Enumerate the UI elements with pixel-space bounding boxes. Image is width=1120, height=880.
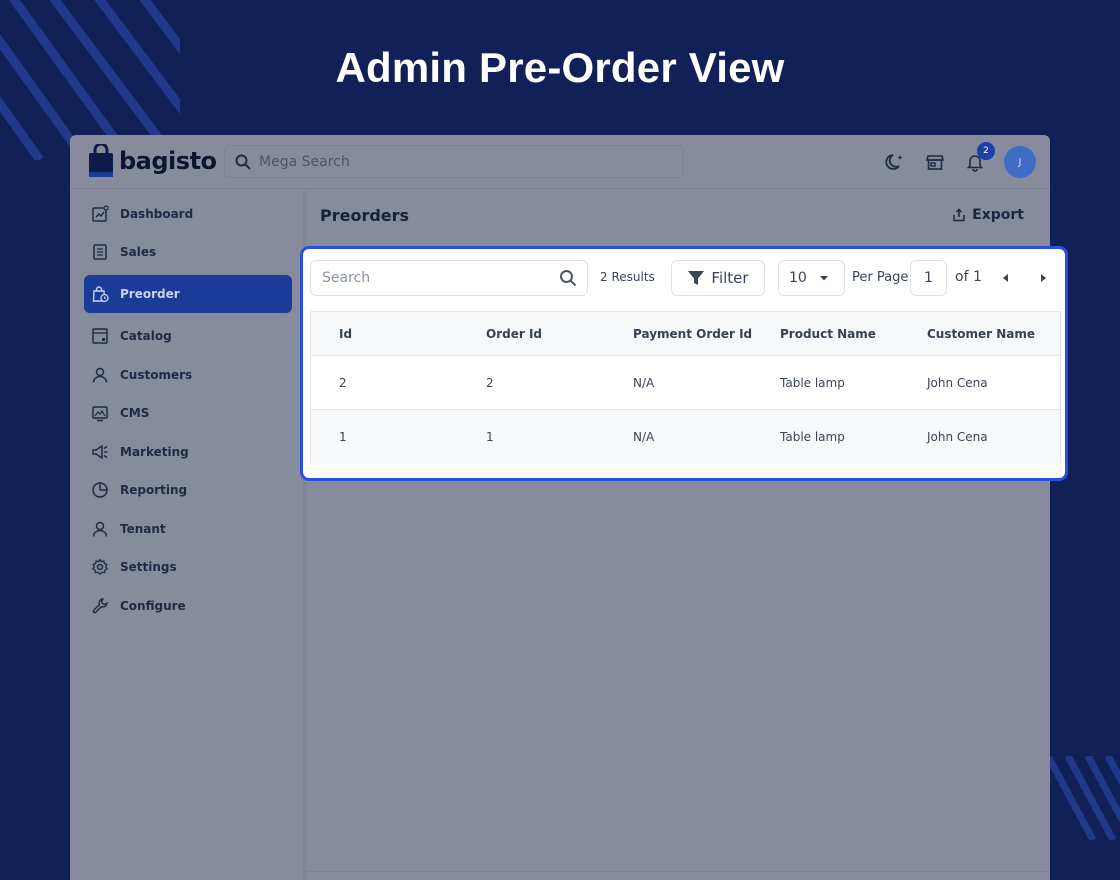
- brand-name: bagisto: [119, 147, 217, 175]
- page-title: Preorders: [320, 206, 410, 225]
- column-header[interactable]: Id: [339, 312, 352, 355]
- shopping-bag-logo-icon: [89, 144, 113, 177]
- sidebar-item-customers[interactable]: Customers: [84, 356, 292, 394]
- sidebar-item-label: Tenant: [120, 522, 166, 536]
- mega-search-input[interactable]: Mega Search: [224, 145, 684, 178]
- sidebar: Dashboard Sales Preorder Catalog Custome…: [70, 190, 306, 880]
- export-label: Export: [972, 207, 1024, 223]
- datagrid-search-placeholder: Search: [322, 270, 371, 286]
- per-page-select[interactable]: 10: [778, 260, 845, 296]
- search-icon: [235, 154, 251, 170]
- table-row[interactable]: 1 1 N/A Table lamp John Cena: [311, 410, 1060, 464]
- caret-right-icon: [1041, 274, 1046, 282]
- sidebar-item-label: Catalog: [120, 329, 172, 343]
- decorative-stripes-bottom-right: [1048, 756, 1120, 840]
- page-number-input[interactable]: 1: [910, 260, 947, 296]
- export-button[interactable]: Export: [952, 207, 1024, 223]
- table-cell: John Cena: [927, 430, 988, 444]
- sidebar-item-label: Sales: [120, 245, 157, 259]
- sidebar-item-preorder[interactable]: Preorder: [84, 275, 292, 313]
- table-row[interactable]: 2 2 N/A Table lamp John Cena: [311, 356, 1060, 410]
- top-bar-actions: 2 J: [884, 142, 1036, 178]
- sidebar-item-label: Configure: [120, 599, 186, 613]
- dashboard-icon: [90, 204, 110, 224]
- preorders-table: Id Order Id Payment Order Id Product Nam…: [310, 311, 1061, 464]
- search-icon[interactable]: [559, 269, 577, 287]
- divider: [306, 871, 1050, 872]
- page-total-label: of 1: [955, 269, 982, 285]
- sidebar-item-dashboard[interactable]: Dashboard: [84, 195, 292, 233]
- filter-label: Filter: [711, 269, 749, 287]
- table-cell: 1: [486, 430, 494, 444]
- filter-button[interactable]: Filter: [671, 260, 765, 296]
- previous-page-button[interactable]: [997, 269, 1015, 287]
- moon-icon[interactable]: [884, 151, 906, 173]
- sidebar-item-configure[interactable]: Configure: [84, 587, 292, 625]
- user-icon: [90, 519, 110, 539]
- sidebar-item-label: Preorder: [120, 287, 180, 301]
- per-page-value: 10: [789, 270, 807, 286]
- sidebar-item-label: Dashboard: [120, 207, 194, 221]
- sidebar-item-settings[interactable]: Settings: [84, 548, 292, 586]
- page-headline: Admin Pre-Order View: [335, 44, 785, 91]
- column-header[interactable]: Product Name: [780, 312, 876, 355]
- column-header[interactable]: Payment Order Id: [633, 312, 752, 355]
- store-icon[interactable]: [924, 151, 946, 173]
- sidebar-item-label: Customers: [120, 368, 193, 382]
- receipt-icon: [90, 242, 110, 262]
- table-cell: 1: [339, 430, 347, 444]
- pie-chart-icon: [90, 480, 110, 500]
- brand-logo[interactable]: bagisto: [88, 143, 217, 179]
- bell-icon[interactable]: 2: [964, 142, 995, 173]
- sidebar-item-label: CMS: [120, 406, 150, 420]
- next-page-button[interactable]: [1034, 269, 1052, 287]
- preorder-bag-icon: [90, 284, 110, 304]
- sidebar-item-reporting[interactable]: Reporting: [84, 471, 292, 509]
- table-cell: Table lamp: [780, 430, 845, 444]
- per-page-label: Per Page: [852, 270, 909, 285]
- user-icon: [90, 365, 110, 385]
- top-bar: bagisto Mega Search 2 J: [70, 135, 1050, 189]
- results-count: 2 Results: [600, 270, 655, 284]
- table-cell: 2: [486, 375, 494, 390]
- column-header[interactable]: Order Id: [486, 312, 542, 355]
- catalog-icon: [90, 326, 110, 346]
- mega-search-placeholder: Mega Search: [259, 153, 350, 170]
- sidebar-item-tenant[interactable]: Tenant: [84, 510, 292, 548]
- table-cell: Table lamp: [780, 375, 845, 390]
- caret-down-icon: [819, 276, 828, 281]
- notification-badge: 2: [977, 142, 995, 160]
- filter-icon: [688, 271, 705, 285]
- sidebar-item-label: Marketing: [120, 445, 189, 459]
- sidebar-item-catalog[interactable]: Catalog: [84, 317, 292, 355]
- datagrid-search-input[interactable]: Search: [310, 260, 588, 296]
- sidebar-item-label: Settings: [120, 560, 177, 574]
- table-cell: John Cena: [927, 375, 988, 390]
- sidebar-item-cms[interactable]: CMS: [84, 394, 292, 432]
- avatar[interactable]: J: [1004, 146, 1036, 178]
- sidebar-item-sales[interactable]: Sales: [84, 233, 292, 271]
- export-icon: [953, 208, 965, 222]
- monitor-icon: [90, 403, 110, 423]
- table-cell: N/A: [633, 375, 655, 390]
- sidebar-item-marketing[interactable]: Marketing: [84, 433, 292, 471]
- caret-left-icon: [1003, 274, 1008, 282]
- column-header[interactable]: Customer Name: [927, 312, 1035, 355]
- preorder-datagrid-card: Search 2 Results Filter 10 Per Page 1 of…: [300, 246, 1068, 481]
- table-cell: 2: [339, 375, 347, 390]
- megaphone-icon: [90, 442, 110, 462]
- table-header: Id Order Id Payment Order Id Product Nam…: [311, 312, 1060, 356]
- wrench-icon: [90, 596, 110, 616]
- gear-icon: [90, 557, 110, 577]
- table-cell: N/A: [633, 430, 655, 444]
- sidebar-item-label: Reporting: [120, 483, 188, 497]
